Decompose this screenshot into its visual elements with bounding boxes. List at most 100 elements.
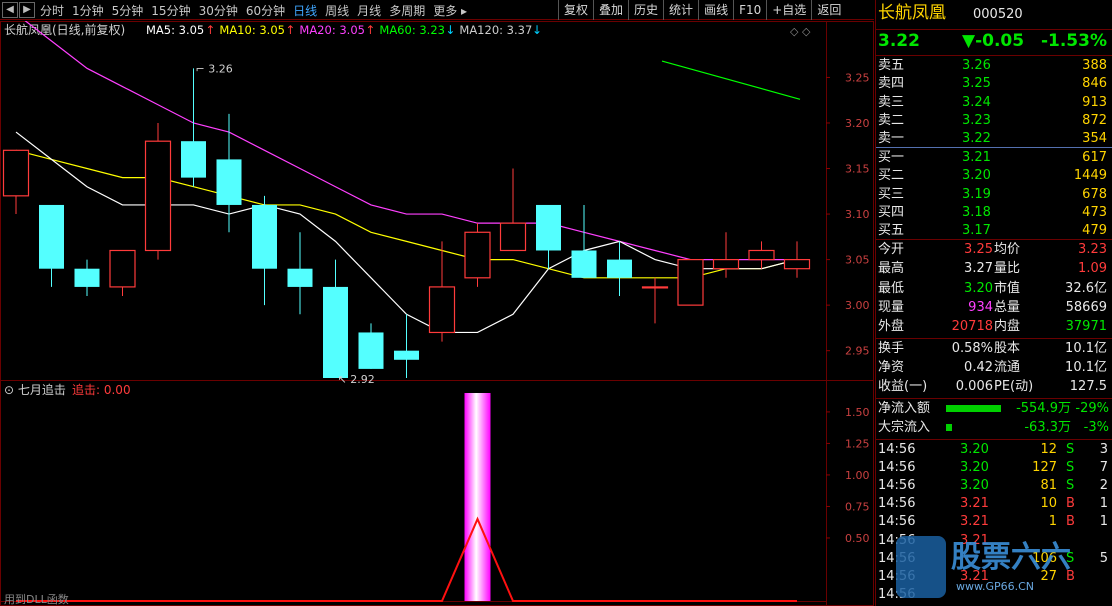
y-tick-label: 3.10 bbox=[845, 208, 870, 221]
candle-body bbox=[536, 204, 561, 251]
trade-price: 3.21 bbox=[960, 514, 989, 530]
action-button[interactable]: 统计 bbox=[663, 0, 698, 20]
asks-label: 卖二 bbox=[878, 112, 905, 128]
y-tick-label: 3.15 bbox=[845, 163, 870, 176]
action-buttons: 复权 叠加 历史 统计 画线 F10 +自选 返回 bbox=[558, 0, 846, 20]
bids-volume: 1449 bbox=[1073, 168, 1107, 184]
ma-arrow-icon: ↓ bbox=[532, 23, 542, 37]
candle bbox=[641, 277, 669, 324]
stat-label: 流通 bbox=[994, 360, 1021, 375]
watermark-logo: 股票六六 www.GP66.CN bbox=[896, 530, 1108, 602]
bids-label: 买三 bbox=[878, 186, 905, 202]
candle-body bbox=[394, 350, 419, 360]
period-tabs: 分时 1分钟 5分钟 15分钟 30分钟 60分钟 日线 周线 月线 多周期 更多 ▸ bbox=[40, 0, 475, 20]
bids-volume: 617 bbox=[1082, 150, 1107, 165]
candle bbox=[109, 249, 136, 297]
indicator-spike-bar bbox=[464, 393, 491, 601]
candle-body bbox=[712, 258, 740, 270]
ma60-line bbox=[661, 60, 801, 100]
chart-options-icon[interactable]: ◇ ◇ bbox=[790, 25, 811, 38]
candle bbox=[74, 259, 100, 297]
ma-legend: MA60: 3.23 bbox=[379, 23, 445, 37]
asks-label: 卖一 bbox=[878, 131, 905, 147]
candle-body bbox=[677, 258, 704, 306]
period-tab[interactable]: 15分钟 bbox=[151, 2, 190, 19]
asks-volume: 913 bbox=[1082, 94, 1107, 110]
bids-price: 3.17 bbox=[962, 223, 991, 239]
bids-row: 买一 3.21 617 bbox=[876, 149, 1112, 167]
period-tab[interactable]: 5分钟 bbox=[112, 2, 144, 19]
action-button[interactable]: 复权 bbox=[558, 0, 593, 20]
candle bbox=[144, 122, 172, 260]
period-tab[interactable]: 多周期 bbox=[389, 2, 425, 19]
flow-label: 净流入额 bbox=[878, 401, 931, 416]
stats-row: 现量 934 总量 58669 bbox=[876, 299, 1112, 317]
low-annotation: ↖ 2.92 bbox=[338, 373, 375, 386]
flow-pct: -29% bbox=[1075, 401, 1109, 416]
stats-row: 今开 3.25 均价 3.23 bbox=[876, 241, 1112, 259]
asks-label: 卖四 bbox=[878, 76, 905, 92]
bids-row: 买四 3.18 473 bbox=[876, 204, 1112, 222]
period-tab[interactable]: 更多 ▸ bbox=[433, 2, 467, 19]
action-button[interactable]: 返回 bbox=[811, 0, 846, 20]
stats2-row: 净资 0.42 流通 10.1亿 bbox=[876, 359, 1112, 377]
stat-label: 外盘 bbox=[878, 319, 905, 335]
candle-body bbox=[428, 286, 456, 334]
period-tab[interactable]: 周线 bbox=[325, 2, 349, 19]
stats-row: 外盘 20718 内盘 37971 bbox=[876, 318, 1112, 336]
bids-label: 买五 bbox=[878, 223, 905, 239]
trade-side: B bbox=[1066, 496, 1075, 512]
candle-body bbox=[323, 286, 348, 378]
trade-volume: 10 bbox=[1040, 496, 1057, 512]
action-button[interactable]: 历史 bbox=[628, 0, 663, 20]
period-tab[interactable]: 日线 bbox=[293, 2, 317, 19]
stat-label: 总量 bbox=[994, 299, 1021, 315]
toolbar: ◀ ▶ 分时 1分钟 5分钟 15分钟 30分钟 60分钟 日线 周线 月线 多周期 更多 ▸ 复权… bbox=[0, 0, 874, 20]
indicator-name: ⊙ 七月追击 bbox=[4, 382, 66, 397]
ma-legend: MA5: 3.05 bbox=[146, 23, 204, 37]
candle-body bbox=[2, 149, 30, 197]
stat-value: 934 bbox=[968, 299, 993, 315]
stats2-row: 换手 0.58% 股本 10.1亿 bbox=[876, 340, 1112, 358]
stat-label: 净资 bbox=[878, 360, 905, 375]
asks-row: 卖三 3.24 913 bbox=[876, 94, 1112, 112]
y-tick-label: 3.00 bbox=[845, 299, 870, 312]
period-tab[interactable]: 30分钟 bbox=[199, 2, 238, 19]
indicator-value: 追击: 0.00 bbox=[72, 382, 131, 397]
asks-label: 卖五 bbox=[878, 58, 905, 73]
next-arrow-icon[interactable]: ▶ bbox=[19, 2, 35, 18]
action-button[interactable]: +自选 bbox=[766, 0, 811, 20]
asks-volume: 354 bbox=[1082, 131, 1107, 147]
bids-label: 买二 bbox=[878, 168, 905, 184]
action-button[interactable]: F10 bbox=[733, 0, 766, 20]
chart-area: 长航凤凰(日线,前复权) MA5: 3.05 ↑ MA10: 3.05 ↑ MA20: 3… bbox=[0, 13, 874, 606]
trade-side: B bbox=[1066, 514, 1075, 530]
period-tab[interactable]: 60分钟 bbox=[246, 2, 285, 19]
stat-value: 0.006 bbox=[955, 379, 993, 394]
prev-arrow-icon[interactable]: ◀ bbox=[2, 2, 18, 18]
action-button[interactable]: 画线 bbox=[698, 0, 733, 20]
trade-row: 14:56 3.20 127 S 7 bbox=[876, 459, 1112, 477]
asks-volume: 846 bbox=[1082, 76, 1107, 92]
bids-label: 买一 bbox=[878, 150, 905, 165]
flow-label: 大宗流入 bbox=[878, 420, 931, 435]
stat-label: 量比 bbox=[994, 261, 1021, 277]
candle bbox=[783, 241, 811, 278]
ma-arrow-icon: ↑ bbox=[205, 23, 215, 37]
action-button[interactable]: 叠加 bbox=[593, 0, 628, 20]
period-tab[interactable]: 分时 bbox=[40, 2, 64, 19]
trade-price: 3.21 bbox=[960, 496, 989, 512]
period-tab[interactable]: 月线 bbox=[357, 2, 381, 19]
candle-body bbox=[641, 286, 669, 289]
ma-arrow-icon: ↓ bbox=[445, 23, 455, 37]
flow-bar bbox=[946, 424, 952, 431]
stat-label: 内盘 bbox=[994, 319, 1021, 335]
period-tab[interactable]: 1分钟 bbox=[72, 2, 104, 19]
asks-row: 卖二 3.23 872 bbox=[876, 112, 1112, 130]
candle-body bbox=[74, 268, 100, 287]
candle bbox=[464, 223, 491, 287]
candle bbox=[39, 204, 64, 287]
stat-value: 10.1亿 bbox=[1065, 341, 1107, 356]
stock-code: 000520 bbox=[973, 7, 1023, 22]
asks-price: 3.26 bbox=[962, 58, 991, 73]
